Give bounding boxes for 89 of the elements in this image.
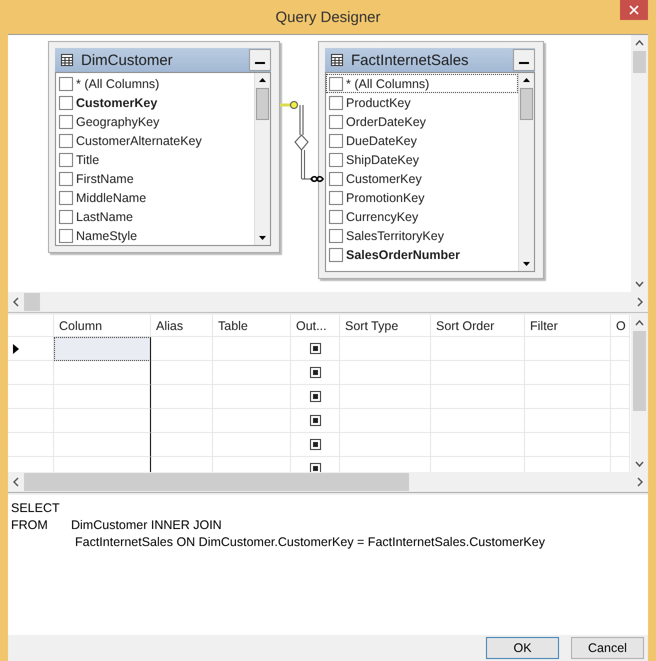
checkbox[interactable] xyxy=(310,415,320,426)
checkbox[interactable] xyxy=(329,210,343,224)
column-item[interactable]: PromotionKey xyxy=(326,188,518,207)
column-item[interactable]: FirstName xyxy=(56,169,254,188)
sql-text: FactInternetSales ON DimCustomer.CustomerKey = FactInternetSales.CustomerKey xyxy=(74,535,546,551)
checkbox[interactable] xyxy=(59,134,73,148)
sql-keyword: FROM xyxy=(11,518,49,534)
checkbox[interactable] xyxy=(329,152,343,166)
checkbox[interactable] xyxy=(59,190,73,204)
scrollbar-thumb[interactable] xyxy=(256,88,269,120)
column-item[interactable]: CustomerAlternateKey xyxy=(56,131,254,150)
minimize-button[interactable] xyxy=(249,49,271,71)
checkbox[interactable] xyxy=(329,248,343,262)
vertical-scrollbar[interactable] xyxy=(518,73,534,271)
table-name: DimCustomer xyxy=(81,52,174,68)
scrollbar-thumb[interactable] xyxy=(520,88,533,120)
column-header[interactable]: Sort Type xyxy=(340,315,431,337)
minimize-button[interactable] xyxy=(513,49,535,71)
ok-button[interactable]: OK xyxy=(486,637,559,659)
close-button[interactable] xyxy=(620,0,648,20)
checkbox[interactable] xyxy=(59,152,73,166)
scrollbar-thumb[interactable] xyxy=(633,51,646,73)
table-name: FactInternetSales xyxy=(351,52,470,68)
checkbox[interactable] xyxy=(310,439,320,450)
vertical-scrollbar[interactable] xyxy=(631,315,648,472)
column-header[interactable]: Filter xyxy=(525,315,611,337)
scrollbar-thumb[interactable] xyxy=(24,293,40,311)
column-item[interactable]: NameStyle xyxy=(56,226,254,245)
checkbox[interactable] xyxy=(329,76,343,90)
minimize-icon xyxy=(519,61,529,65)
column-header[interactable]: Alias xyxy=(151,315,213,337)
column-item[interactable]: ShipDateKey xyxy=(326,150,518,169)
checkbox[interactable] xyxy=(59,96,73,110)
table-cell[interactable] xyxy=(54,385,151,409)
checkbox[interactable] xyxy=(59,114,73,128)
table-cell[interactable] xyxy=(54,409,151,433)
checkbox[interactable] xyxy=(329,96,343,110)
table-cell[interactable] xyxy=(54,361,151,385)
checkbox[interactable] xyxy=(310,343,320,354)
column-item[interactable]: * (All Columns) xyxy=(326,74,518,93)
checkbox[interactable] xyxy=(329,114,343,128)
scrollbar-thumb[interactable] xyxy=(633,331,646,411)
checkbox[interactable] xyxy=(329,190,343,204)
checkbox[interactable] xyxy=(59,210,73,224)
table-icon xyxy=(61,54,73,66)
checkbox[interactable] xyxy=(59,172,73,186)
column-item[interactable]: DueDateKey xyxy=(326,131,518,150)
column-item[interactable]: ProductKey xyxy=(326,93,518,112)
column-header[interactable]: Sort Order xyxy=(431,315,525,337)
minimize-icon xyxy=(255,61,265,65)
sql-text: DimCustomer INNER JOIN xyxy=(71,518,223,534)
cancel-button[interactable]: Cancel xyxy=(571,637,644,659)
table-window[interactable]: FactInternetSales * (All Columns) ProductKey OrderDateKey DueDateKey ShipDateKey CustomerKey PromotionKey CurrencyKey SalesTerritoryKey SalesOrderNumber xyxy=(318,41,544,279)
sql-keyword: SELECT xyxy=(11,501,61,517)
checkbox[interactable] xyxy=(310,463,320,472)
column-item[interactable]: LastName xyxy=(56,207,254,226)
table-icon xyxy=(331,54,343,66)
window-title: Query Designer xyxy=(275,8,381,26)
checkbox[interactable] xyxy=(59,76,73,90)
table-window[interactable]: DimCustomer * (All Columns) CustomerKey GeographyKey CustomerAlternateKey Title FirstName MiddleName LastName NameStyle xyxy=(48,41,280,253)
sql-editor[interactable]: SELECT FROM DimCustomer INNER JOIN FactInternetSales ON DimCustomer.CustomerKey = FactInternetSales.CustomerKey xyxy=(8,495,648,635)
column-item[interactable]: * (All Columns) xyxy=(56,74,254,93)
checkbox[interactable] xyxy=(310,391,320,402)
column-header[interactable]: Table xyxy=(213,315,291,337)
column-item[interactable]: CustomerKey xyxy=(326,169,518,188)
table-cell[interactable] xyxy=(54,337,151,361)
vertical-scrollbar[interactable] xyxy=(254,73,270,245)
current-row-icon xyxy=(13,344,19,354)
table-cell[interactable] xyxy=(54,433,151,457)
column-item[interactable]: Title xyxy=(56,150,254,169)
checkbox[interactable] xyxy=(310,367,320,378)
horizontal-scrollbar[interactable] xyxy=(8,292,648,312)
scrollbar-thumb[interactable] xyxy=(24,473,409,491)
column-item[interactable]: CustomerKey xyxy=(56,93,254,112)
column-header[interactable]: O xyxy=(611,315,630,337)
close-icon xyxy=(629,5,639,15)
column-item[interactable]: SalesOrderNumber xyxy=(326,245,518,264)
column-item[interactable]: GeographyKey xyxy=(56,112,254,131)
horizontal-scrollbar[interactable] xyxy=(8,472,648,492)
column-item[interactable]: MiddleName xyxy=(56,188,254,207)
vertical-scrollbar[interactable] xyxy=(631,35,648,292)
checkbox[interactable] xyxy=(59,228,73,242)
column-item[interactable]: OrderDateKey xyxy=(326,112,518,131)
column-item[interactable]: CurrencyKey xyxy=(326,207,518,226)
checkbox[interactable] xyxy=(329,134,343,148)
checkbox[interactable] xyxy=(329,172,343,186)
column-header[interactable]: Out... xyxy=(291,315,340,337)
column-item[interactable]: SalesTerritoryKey xyxy=(326,226,518,245)
checkbox[interactable] xyxy=(329,228,343,242)
